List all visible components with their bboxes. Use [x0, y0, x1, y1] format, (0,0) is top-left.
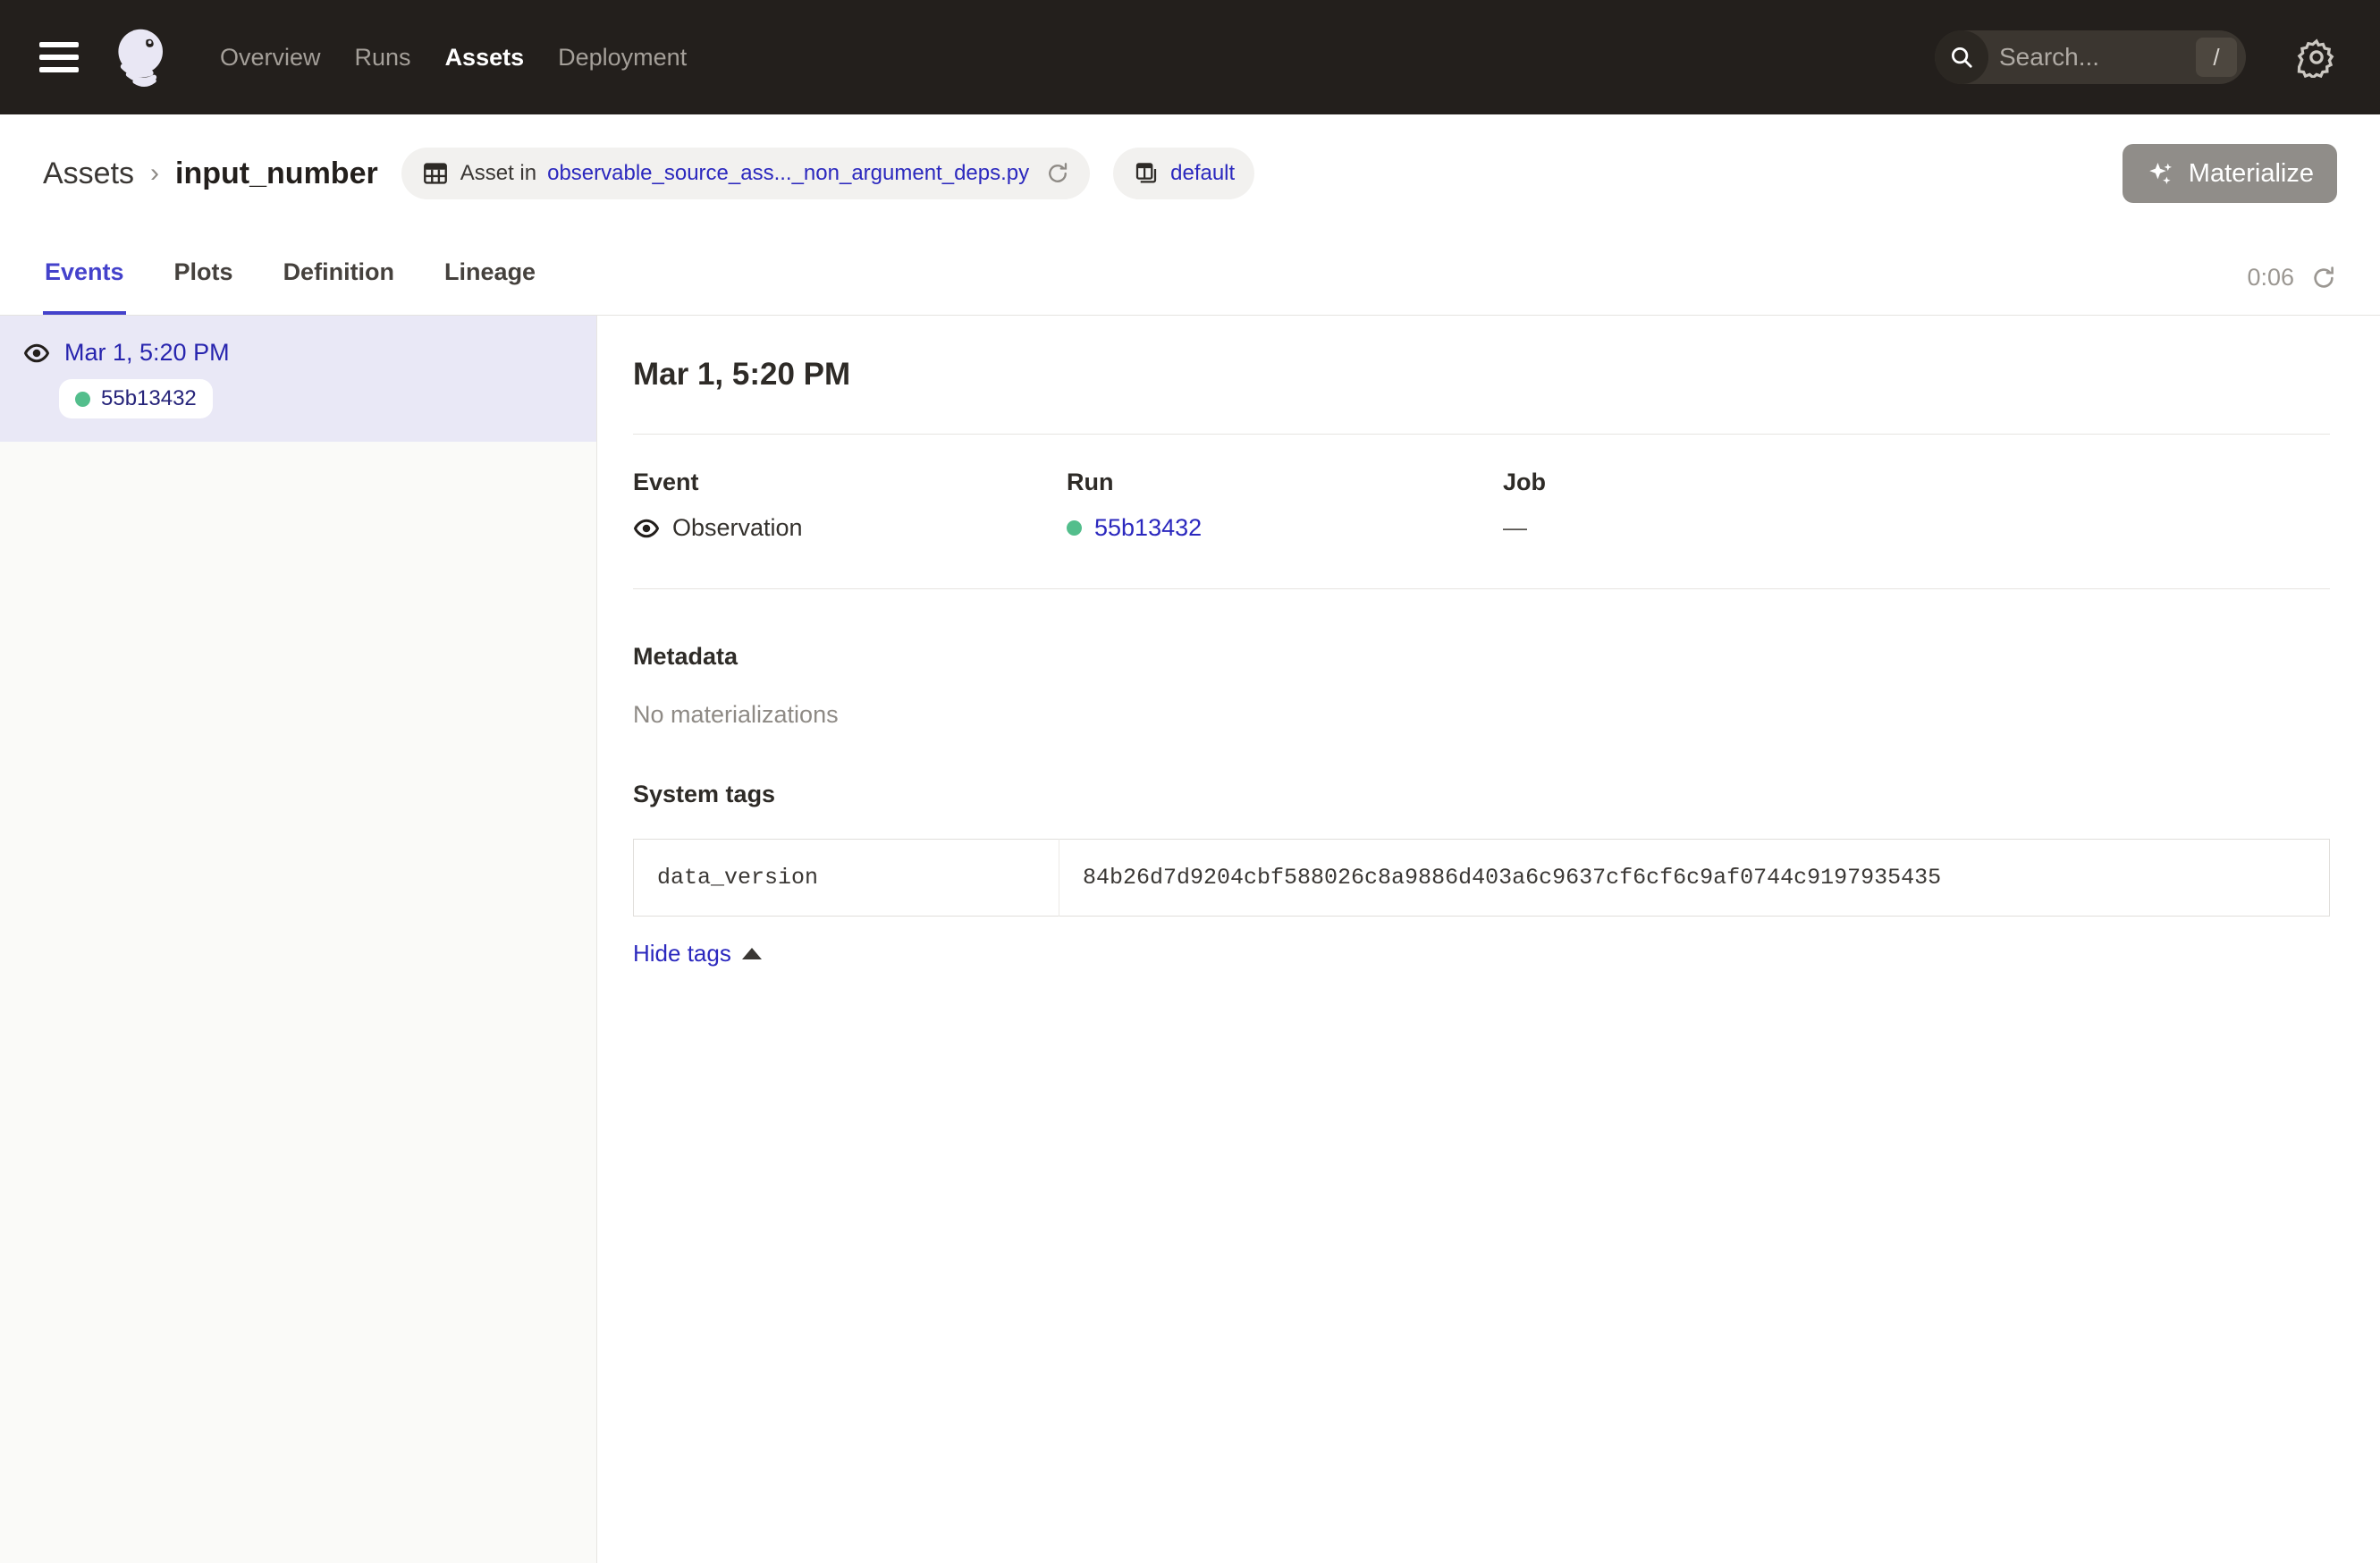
system-tags-heading: System tags: [633, 781, 2330, 808]
asset-in-label: Asset in: [460, 161, 536, 186]
tab-events[interactable]: Events: [43, 232, 126, 315]
events-content: Mar 1, 5:20 PM 55b13432 Mar 1, 5:20 PM E…: [0, 316, 2380, 1563]
metadata-heading: Metadata: [633, 643, 2330, 671]
tag-key-cell: data_version: [634, 840, 1059, 917]
tab-definition[interactable]: Definition: [282, 232, 396, 315]
metadata-empty-text: No materializations: [633, 701, 2330, 729]
event-detail-panel: Mar 1, 5:20 PM Event Observation Run 55b…: [597, 316, 2380, 1563]
system-tags-table: data_version 84b26d7d9204cbf588026c8a988…: [633, 839, 2330, 917]
dagster-logo-icon[interactable]: [109, 21, 181, 93]
job-column: Job —: [1503, 469, 2330, 542]
primary-nav: Overview Runs Assets Deployment: [220, 44, 687, 72]
top-nav-bar: Overview Runs Assets Deployment /: [0, 0, 2380, 114]
reload-definition-icon[interactable]: [1045, 161, 1070, 186]
nav-item-deployment[interactable]: Deployment: [558, 44, 687, 72]
asset-definition-chip: Asset in observable_source_ass..._non_ar…: [401, 148, 1090, 199]
materialize-button-label: Materialize: [2189, 159, 2314, 189]
search-input[interactable]: [1988, 43, 2196, 72]
refresh-timer: 0:06: [2247, 264, 2337, 315]
event-summary-columns: Event Observation Run 55b13432 Job: [633, 469, 2330, 542]
job-empty-value: —: [1503, 514, 1527, 542]
repo-location-chip: default: [1113, 148, 1254, 199]
materialize-button[interactable]: Materialize: [2123, 144, 2337, 203]
asset-header: Assets › input_number Asset in observabl…: [0, 114, 2380, 232]
table-icon: [421, 159, 450, 188]
table-row: data_version 84b26d7d9204cbf588026c8a988…: [634, 840, 2330, 917]
search-shortcut-badge: /: [2196, 38, 2237, 77]
repo-icon: [1133, 160, 1160, 187]
hide-tags-label: Hide tags: [633, 940, 731, 967]
run-column-label: Run: [1067, 469, 1503, 496]
tab-lineage[interactable]: Lineage: [443, 232, 537, 315]
run-column: Run 55b13432: [1067, 469, 1503, 542]
divider: [633, 588, 2330, 589]
caret-up-icon: [742, 948, 762, 959]
refresh-icon[interactable]: [2310, 265, 2337, 291]
run-id-link[interactable]: 55b13432: [1094, 514, 1202, 542]
breadcrumb-assets-link[interactable]: Assets: [43, 156, 134, 191]
divider: [633, 434, 2330, 435]
hamburger-menu-icon[interactable]: [39, 42, 79, 72]
nav-item-overview[interactable]: Overview: [220, 44, 321, 72]
tag-value-cell: 84b26d7d9204cbf588026c8a9886d403a6c9637c…: [1059, 840, 2330, 917]
settings-gear-icon[interactable]: [2296, 37, 2337, 78]
page-title: input_number: [175, 156, 378, 191]
refresh-countdown: 0:06: [2247, 264, 2294, 291]
breadcrumb-separator: ›: [150, 158, 159, 189]
sparkles-icon: [2146, 158, 2176, 189]
observation-eye-icon: [633, 515, 660, 542]
event-list-sidebar: Mar 1, 5:20 PM 55b13432: [0, 316, 597, 1563]
search-icon: [1935, 30, 1988, 84]
event-detail-title: Mar 1, 5:20 PM: [633, 357, 2330, 393]
event-column-label: Event: [633, 469, 1067, 496]
run-status-dot: [1067, 520, 1082, 536]
hide-tags-toggle[interactable]: Hide tags: [633, 940, 762, 967]
event-list-item-selected[interactable]: Mar 1, 5:20 PM 55b13432: [0, 316, 596, 442]
nav-item-runs[interactable]: Runs: [355, 44, 411, 72]
asset-tabs: Events Plots Definition Lineage: [43, 232, 537, 315]
event-timestamp-link[interactable]: Mar 1, 5:20 PM: [64, 339, 230, 367]
tab-plots[interactable]: Plots: [173, 232, 235, 315]
event-column: Event Observation: [633, 469, 1067, 542]
breadcrumb: Assets › input_number: [43, 156, 378, 191]
event-type-value: Observation: [672, 514, 803, 542]
event-run-pill[interactable]: 55b13432: [59, 379, 213, 418]
global-search[interactable]: /: [1935, 30, 2246, 84]
run-status-dot: [75, 392, 90, 407]
repo-default-link[interactable]: default: [1170, 161, 1235, 186]
nav-item-assets[interactable]: Assets: [445, 44, 525, 72]
run-id-label: 55b13432: [101, 386, 197, 411]
job-column-label: Job: [1503, 469, 2330, 496]
asset-source-file-link[interactable]: observable_source_ass..._non_argument_de…: [547, 161, 1029, 186]
observation-eye-icon: [23, 340, 50, 367]
asset-tabs-row: Events Plots Definition Lineage 0:06: [0, 232, 2380, 316]
